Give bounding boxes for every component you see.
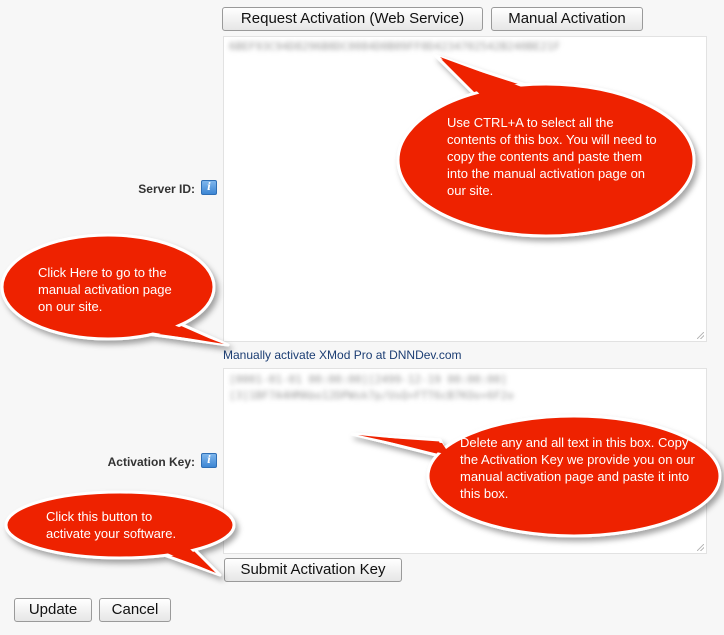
help-icon[interactable]: i	[201, 180, 217, 195]
activation-key-label: Activation Key:	[107, 455, 195, 469]
help-icon[interactable]: i	[201, 453, 217, 468]
server-id-label: Server ID:	[138, 182, 195, 196]
update-button[interactable]: Update	[14, 598, 92, 622]
resize-grip-icon[interactable]	[697, 332, 704, 339]
callout-click-here-text: Click Here to go to the manual activatio…	[38, 265, 172, 314]
cancel-button[interactable]: Cancel	[99, 598, 171, 622]
callout-select-all-text: Use CTRL+A to select all the contents of…	[447, 115, 657, 198]
request-activation-button[interactable]: Request Activation (Web Service)	[222, 7, 483, 31]
manual-activation-link[interactable]: Manually activate XMod Pro at DNNDev.com	[223, 348, 462, 362]
manual-activation-button[interactable]: Manual Activation	[491, 7, 643, 31]
server-id-value: 6BEF93C94D8296B8DC0084D0B09FF0D423470254…	[229, 40, 561, 53]
submit-activation-key-button[interactable]: Submit Activation Key	[224, 558, 402, 582]
resize-grip-icon[interactable]	[697, 544, 704, 551]
activation-key-value: [0001-01-01 00:00:00][2499-12-19 00:00:0…	[229, 373, 514, 402]
callout-delete-text-text: Delete any and all text in this box. Cop…	[460, 435, 695, 501]
callout-click-button-text: Click this button to activate your softw…	[46, 509, 177, 541]
